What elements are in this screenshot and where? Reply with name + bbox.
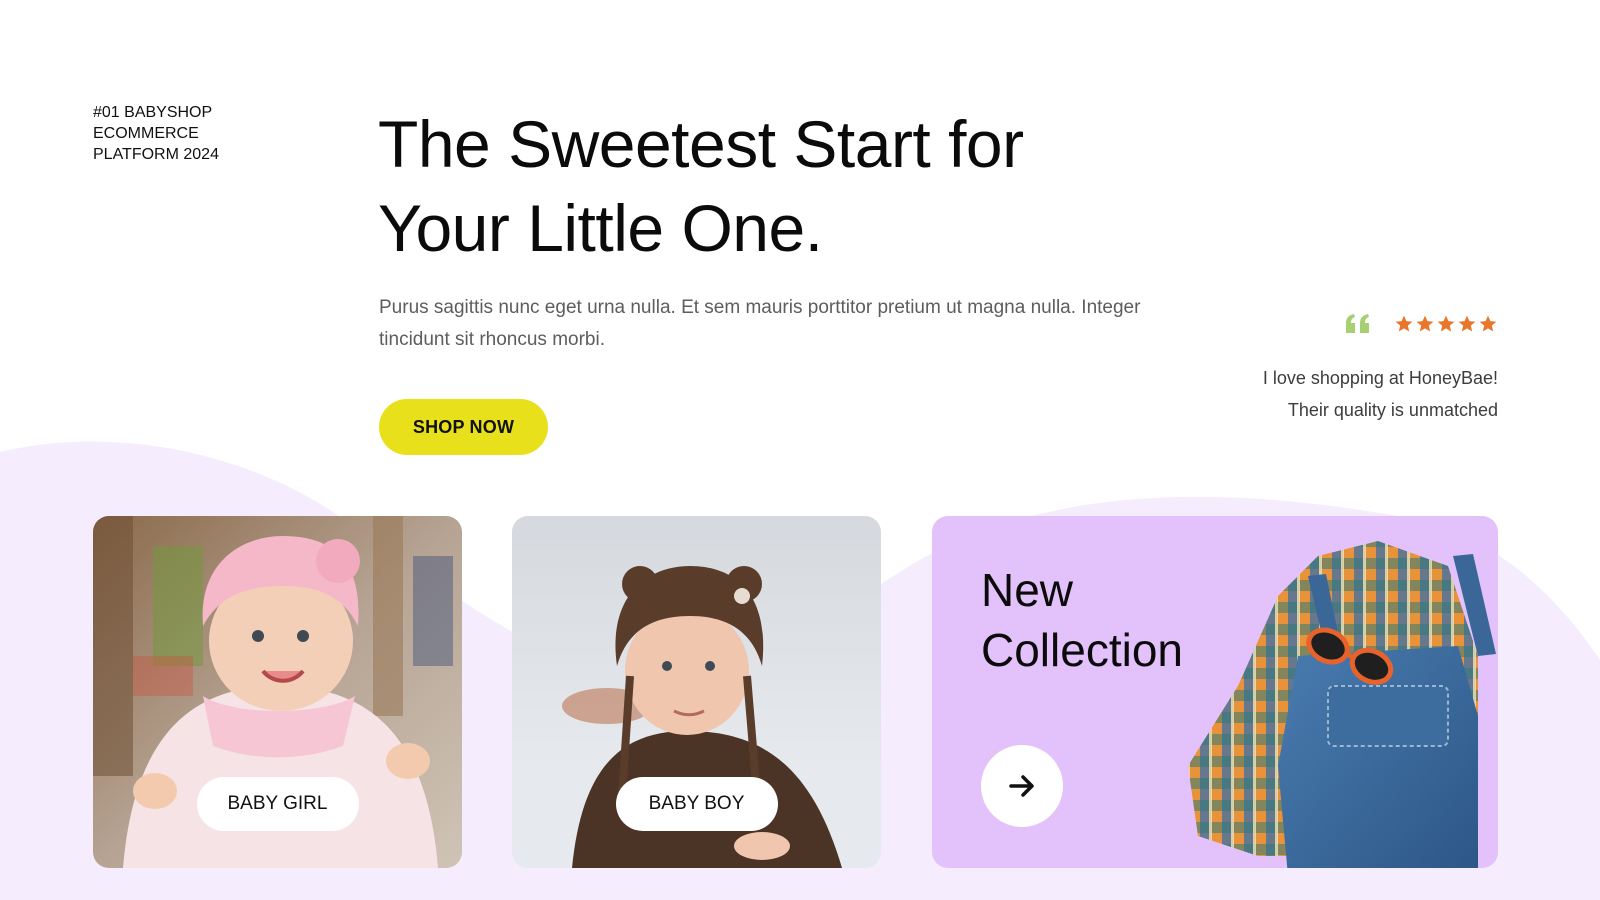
baby-boy-button[interactable]: BABY BOY: [615, 777, 778, 831]
eyebrow-tagline: #01 BABYSHOP ECOMMERCE PLATFORM 2024: [93, 102, 293, 165]
review-text: I love shopping at HoneyBae! Their quali…: [1262, 368, 1498, 420]
eyebrow-line: ECOMMERCE: [93, 125, 199, 142]
star-icon: [1395, 315, 1413, 332]
eyebrow-line: PLATFORM 2024: [93, 146, 219, 163]
baby-girl-card[interactable]: BABY GIRL: [93, 516, 462, 868]
new-collection-card[interactable]: New Collection: [932, 516, 1498, 868]
star-rating: [1394, 314, 1498, 334]
star-icon: [1416, 315, 1434, 332]
hero-title: The Sweetest Start for Your Little One.: [378, 102, 1138, 270]
shop-now-button[interactable]: SHOP NOW: [379, 399, 548, 455]
hero-section: #01 BABYSHOP ECOMMERCE PLATFORM 2024 The…: [0, 0, 1600, 900]
review-header: [1238, 306, 1498, 342]
star-icon: [1437, 315, 1455, 332]
new-collection-arrow-button[interactable]: [981, 745, 1063, 827]
star-icon: [1458, 315, 1476, 332]
kids-outfit-photo: [1188, 541, 1496, 868]
eyebrow-line: #01 BABYSHOP: [93, 104, 213, 121]
baby-girl-button[interactable]: BABY GIRL: [196, 777, 359, 831]
hero-title-line: The Sweetest Start for: [378, 107, 1024, 181]
quote-icon: [1344, 313, 1372, 335]
hero-description: Purus sagittis nunc eget urna nulla. Et …: [379, 297, 1141, 350]
star-icon: [1479, 315, 1497, 332]
hero-title-line: Your Little One.: [378, 191, 823, 265]
customer-review: I love shopping at HoneyBae! Their quali…: [1238, 306, 1498, 426]
arrow-right-icon: [1009, 775, 1034, 797]
baby-boy-card[interactable]: BABY BOY: [512, 516, 881, 868]
